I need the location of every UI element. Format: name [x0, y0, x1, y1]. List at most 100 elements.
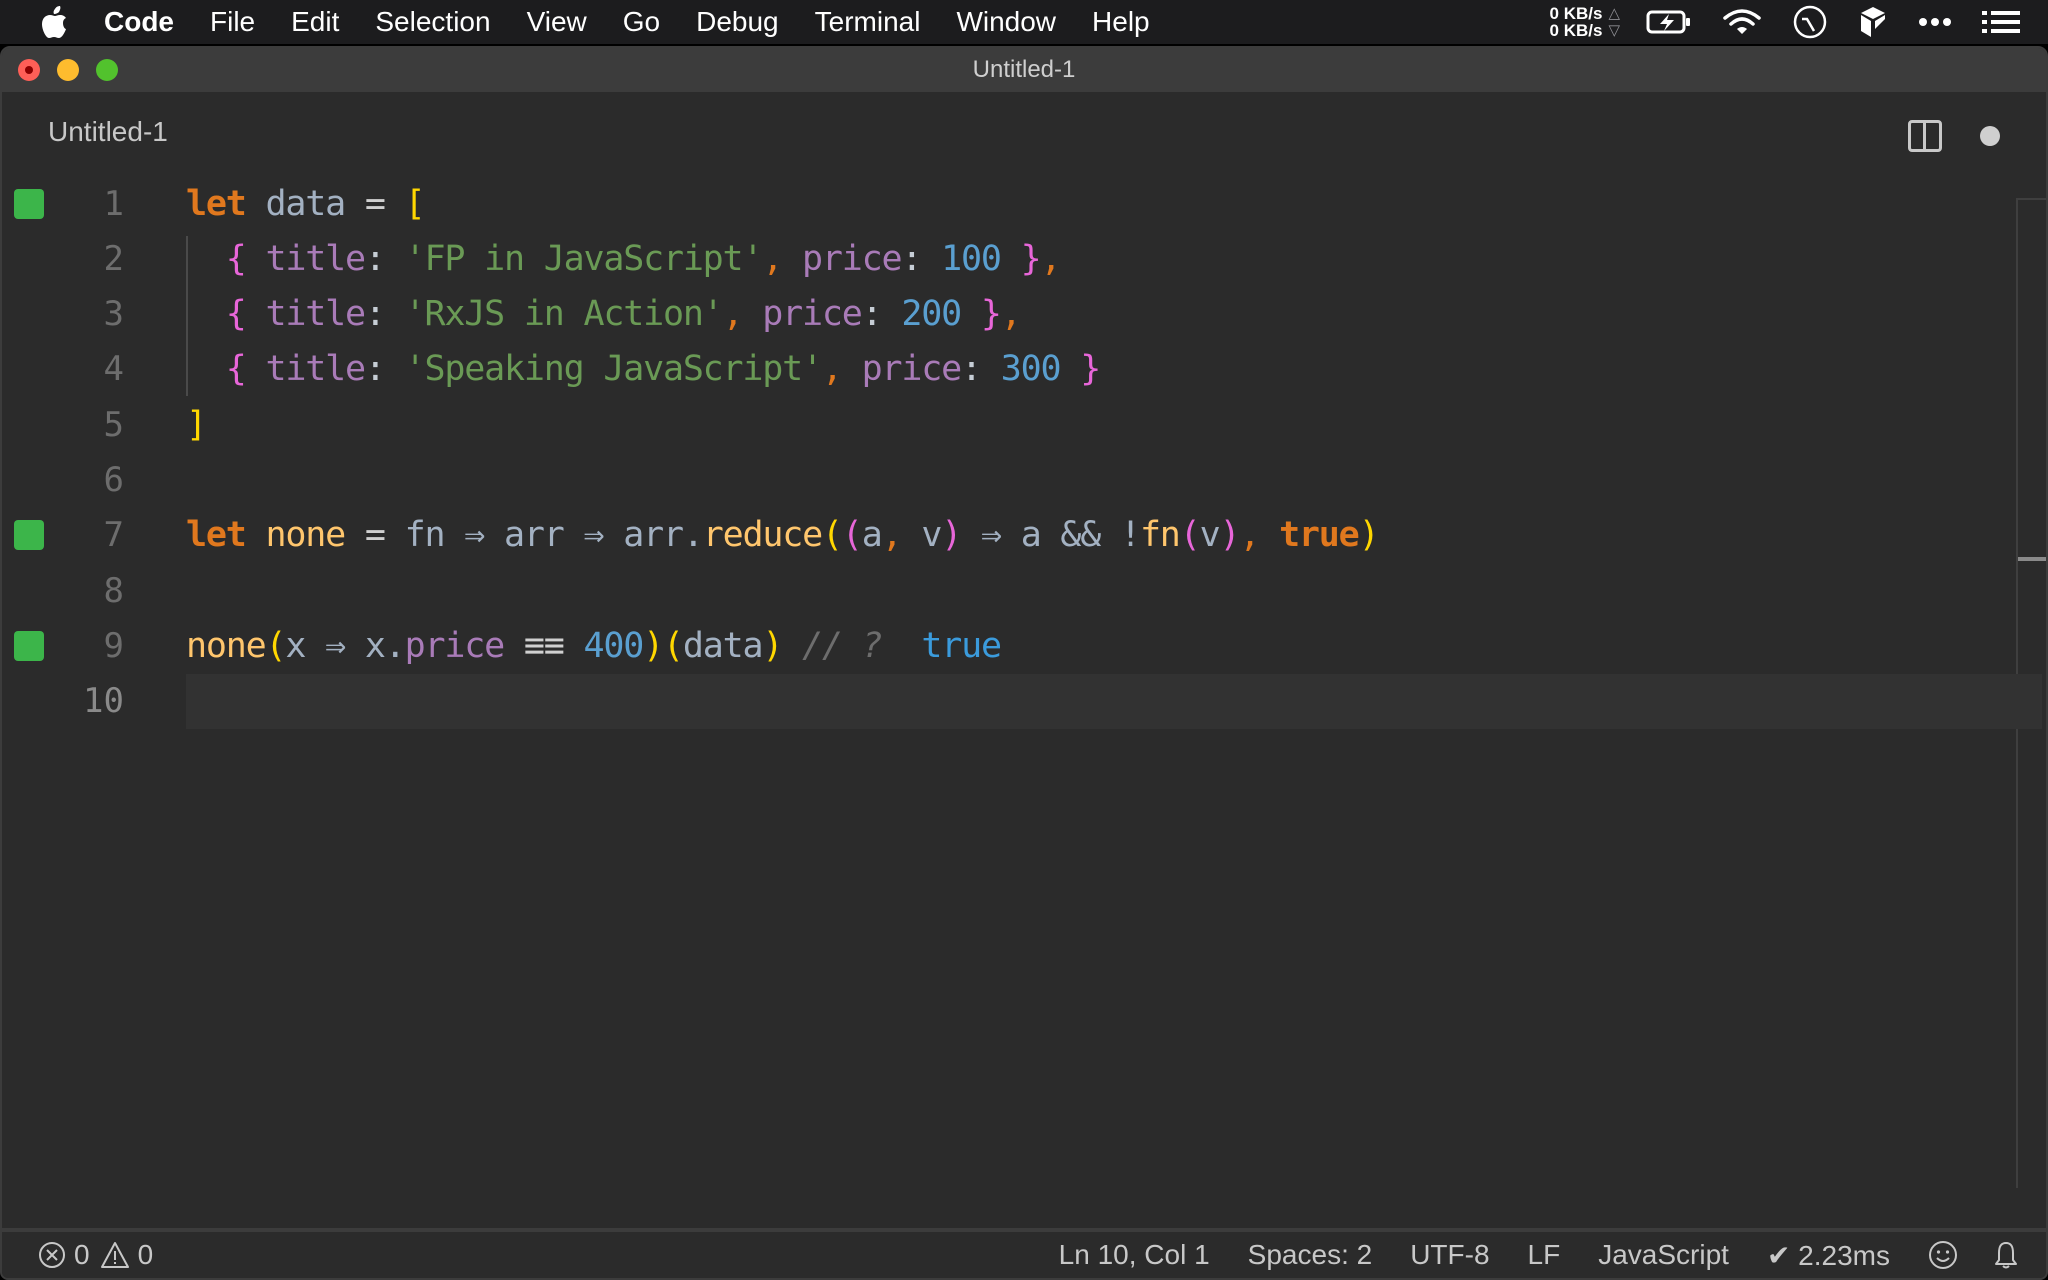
- network-speed[interactable]: 0 KB/s 0 KB/s: [1550, 5, 1603, 39]
- code-line[interactable]: 3 { title: 'RxJS in Action', price: 200 …: [2, 287, 2042, 342]
- code-line[interactable]: 4 { title: 'Speaking JavaScript', price:…: [2, 342, 2042, 397]
- code-token: fn: [404, 515, 465, 556]
- code-line[interactable]: 2 { title: 'FP in JavaScript', price: 10…: [2, 231, 2042, 286]
- menu-selection[interactable]: Selection: [375, 6, 490, 38]
- menu-edit[interactable]: Edit: [291, 6, 339, 38]
- code-token: ): [643, 625, 664, 666]
- code-token: ,: [1000, 294, 1022, 335]
- split-editor-icon[interactable]: [1908, 120, 1942, 152]
- code-token: price: [404, 625, 506, 666]
- file-encoding[interactable]: UTF-8: [1410, 1239, 1489, 1271]
- clock-icon[interactable]: [1792, 4, 1828, 40]
- line-number: 9: [103, 625, 124, 666]
- code-line[interactable]: 10: [2, 673, 2042, 729]
- cube-icon[interactable]: [1858, 5, 1888, 39]
- code-token: :: [364, 349, 405, 390]
- line-number: 4: [103, 349, 124, 390]
- code-text: let none = fn ⇒ arr ⇒ arr.reduce((a, v) …: [186, 515, 1380, 556]
- quokka-timing[interactable]: ✔ 2.23ms: [1767, 1239, 1890, 1272]
- end-of-line[interactable]: LF: [1528, 1239, 1561, 1271]
- code-token: title: [245, 349, 366, 390]
- code-token: :: [364, 238, 405, 279]
- upload-arrow-icon: △: [1608, 5, 1620, 22]
- code-token: 'RxJS in Action': [404, 294, 724, 335]
- menu-view[interactable]: View: [527, 6, 587, 38]
- code-token: none: [265, 515, 347, 556]
- code-token: title: [245, 238, 366, 279]
- tab-untitled-1[interactable]: Untitled-1: [48, 116, 168, 148]
- menu-terminal[interactable]: Terminal: [815, 6, 921, 38]
- code-line[interactable]: 7 let none = fn ⇒ arr ⇒ arr.reduce((a, v)…: [2, 508, 2042, 563]
- code-token: ≡≡: [503, 625, 584, 666]
- notifications-bell-icon[interactable]: [1992, 1240, 2020, 1270]
- code-token: none: [186, 625, 267, 666]
- code-text: { title: 'FP in JavaScript', price: 100 …: [186, 238, 1062, 279]
- code-token: ⇒: [583, 515, 604, 556]
- battery-charging-icon[interactable]: [1646, 9, 1692, 35]
- list-icon[interactable]: [1982, 10, 2020, 34]
- current-line-highlight: [186, 673, 2042, 729]
- code-token: ,: [722, 294, 744, 335]
- more-icon[interactable]: [1918, 17, 1952, 27]
- close-window-button[interactable]: [18, 59, 40, 81]
- menu-extras: 0 KB/s 0 KB/s △ ▽: [1550, 0, 2020, 44]
- line-number: 10: [83, 681, 124, 722]
- code-line[interactable]: 8: [2, 563, 2042, 618]
- coverage-marker-icon: [14, 520, 44, 551]
- cursor-position[interactable]: Ln 10, Col 1: [1059, 1239, 1210, 1271]
- menu-file[interactable]: File: [210, 6, 255, 38]
- net-download-speed: 0 KB/s: [1549, 21, 1603, 40]
- menu-window[interactable]: Window: [956, 6, 1056, 38]
- code-token: (: [821, 515, 843, 556]
- code-token: ,: [881, 515, 903, 556]
- indentation[interactable]: Spaces: 2: [1248, 1239, 1373, 1271]
- menu-bar: Code File Edit Selection View Go Debug T…: [0, 0, 2048, 44]
- problems-indicator[interactable]: 0 0: [38, 1239, 153, 1271]
- code-token: }: [980, 294, 1002, 335]
- code-text: ]: [186, 404, 207, 445]
- title-bar[interactable]: Untitled-1: [2, 48, 2046, 92]
- code-token: title: [245, 294, 366, 335]
- code-token: ⇒: [464, 515, 485, 556]
- code-token: price: [782, 238, 903, 279]
- code-token: [: [404, 183, 426, 224]
- window-controls: [18, 59, 118, 81]
- unsaved-changes-dot-icon[interactable]: [1980, 126, 2000, 146]
- menu-help[interactable]: Help: [1092, 6, 1150, 38]
- code-token: let: [186, 515, 247, 556]
- minimize-window-button[interactable]: [57, 59, 79, 81]
- menu-app-code[interactable]: Code: [104, 6, 174, 38]
- code-text: { title: 'RxJS in Action', price: 200 },: [186, 294, 1022, 335]
- code-token: v: [1199, 515, 1221, 556]
- status-bar-right: Ln 10, Col 1 Spaces: 2 UTF-8 LF JavaScri…: [1021, 1239, 2020, 1272]
- language-mode[interactable]: JavaScript: [1598, 1239, 1729, 1271]
- code-token: =: [345, 515, 405, 556]
- apple-icon[interactable]: [40, 4, 70, 40]
- code-line[interactable]: 1 let data = [: [2, 176, 2042, 231]
- code-token: ]: [186, 404, 207, 445]
- line-number: 1: [103, 183, 124, 224]
- code-line[interactable]: 9 none(x ⇒ x.price ≡≡ 400)(data) // ? tru…: [2, 618, 2042, 673]
- wifi-icon[interactable]: [1722, 8, 1762, 36]
- code-line[interactable]: 5]: [2, 397, 2042, 452]
- code-token: (: [1179, 515, 1201, 556]
- line-number: 5: [103, 404, 124, 445]
- code-editor[interactable]: 1 let data = [2 { title: 'FP in JavaScrip…: [2, 176, 2046, 1188]
- feedback-smiley-icon[interactable]: [1928, 1240, 1958, 1270]
- menu-go[interactable]: Go: [623, 6, 660, 38]
- code-token: 'FP in JavaScript': [404, 238, 764, 279]
- line-number: 3: [103, 294, 124, 335]
- code-token: ⇒ a && !: [961, 515, 1141, 556]
- warning-count: 0: [137, 1239, 154, 1270]
- menu-debug[interactable]: Debug: [696, 6, 779, 38]
- maximize-window-button[interactable]: [96, 59, 118, 81]
- code-text: { title: 'Speaking JavaScript', price: 3…: [186, 349, 1102, 390]
- code-token: =: [364, 183, 386, 224]
- code-line[interactable]: 6: [2, 453, 2042, 508]
